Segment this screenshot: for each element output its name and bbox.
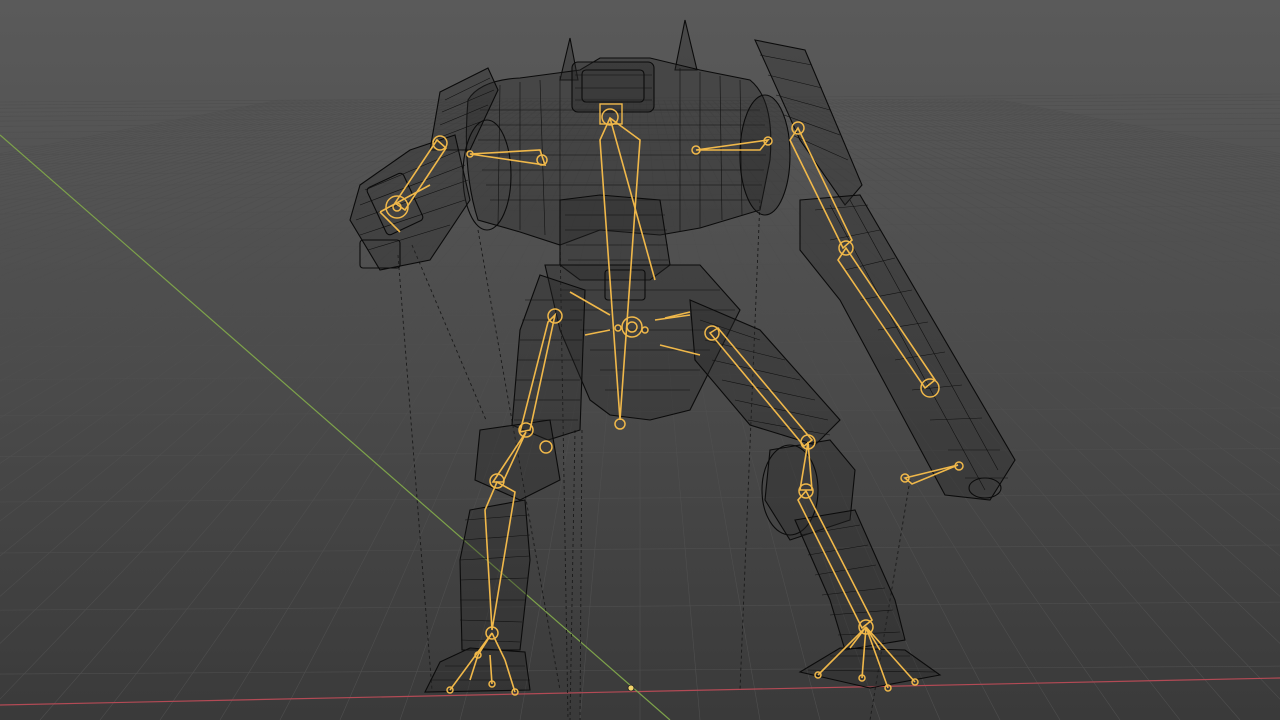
viewport-canvas[interactable] xyxy=(0,0,1280,720)
origin-point xyxy=(627,684,635,692)
3d-viewport[interactable] xyxy=(0,0,1280,720)
